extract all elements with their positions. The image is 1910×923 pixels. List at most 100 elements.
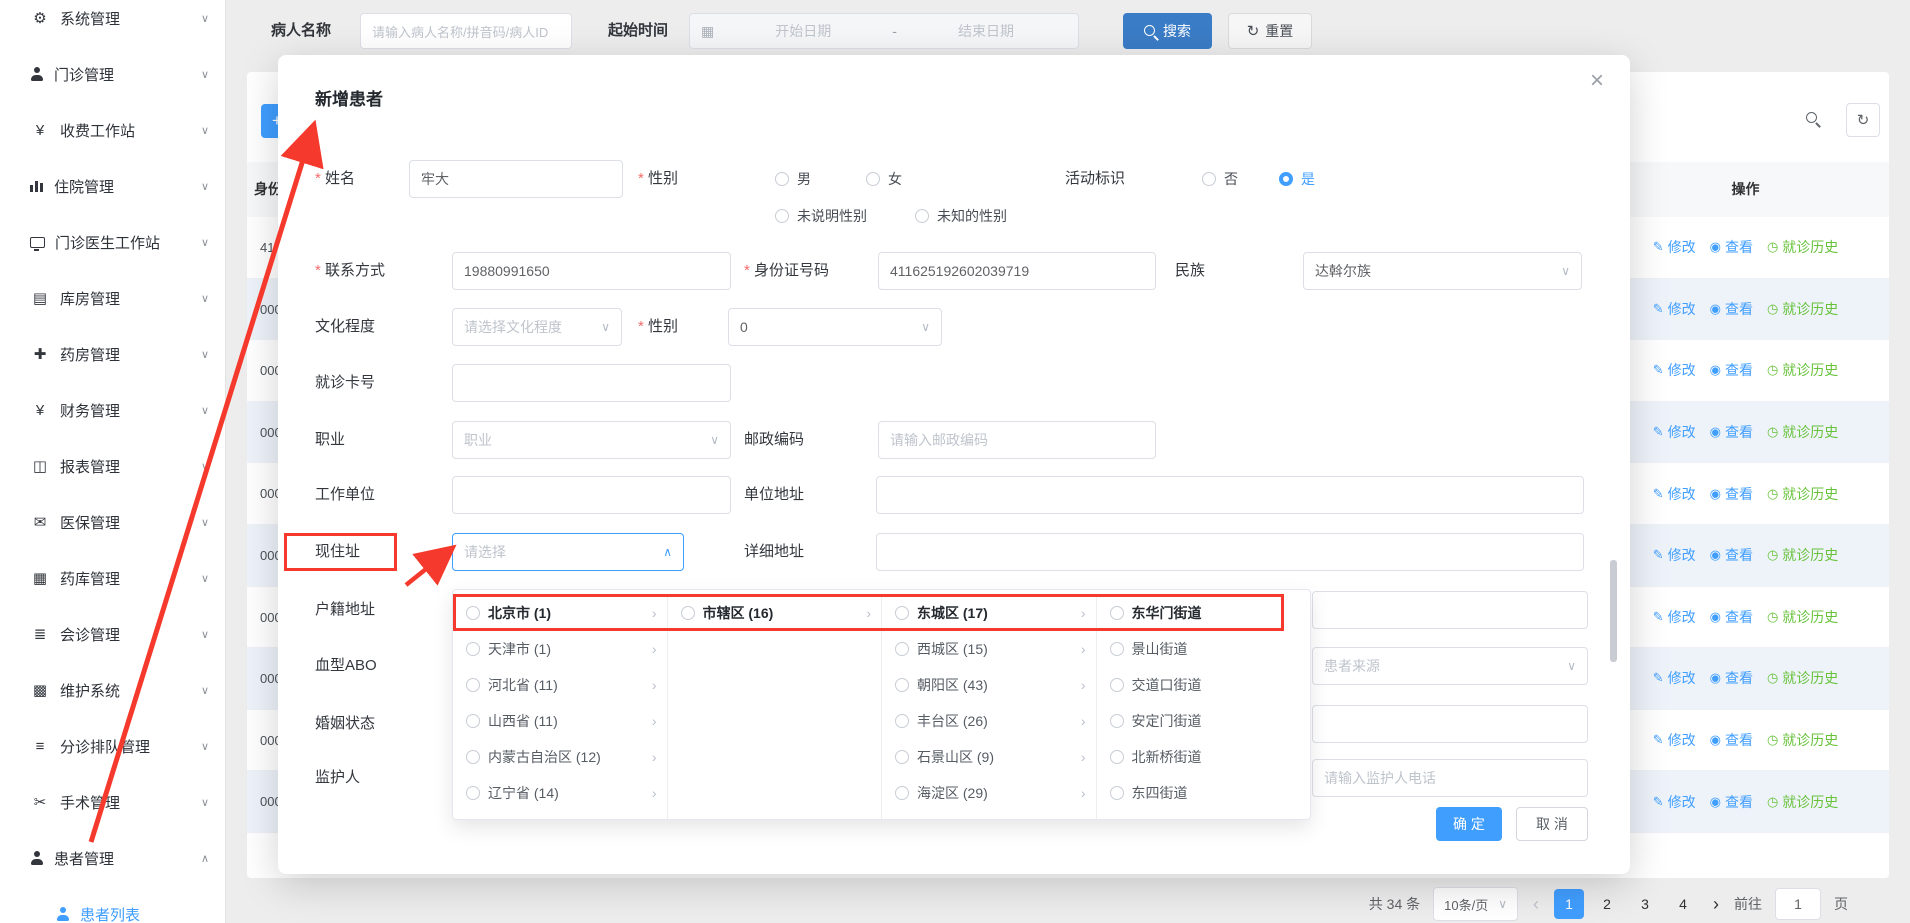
view-link[interactable]: ◉查看 [1710,607,1753,627]
view-link[interactable]: ◉查看 [1710,730,1753,750]
gender-option-unknown[interactable]: 未知的性别 [915,197,1007,235]
view-link[interactable]: ◉查看 [1710,668,1753,688]
sidebar-item-patient-list[interactable]: 患者列表 [0,886,225,923]
sidebar-item-queue[interactable]: ≡分诊排队管理∨ [0,718,225,774]
cascader-option[interactable]: 河北省 (11)› [453,667,667,703]
radio-icon[interactable] [1110,642,1124,656]
contact-input[interactable]: 19880991650 [452,252,731,290]
reset-button[interactable]: ↻ 重置 [1228,13,1312,49]
sidebar-item-chart[interactable]: 住院管理∨ [0,158,225,214]
marital-input[interactable] [1312,705,1588,743]
edit-link[interactable]: ✎修改 [1653,422,1696,442]
detail-address-input[interactable] [876,533,1584,571]
cascader-option[interactable]: 北京市 (1)› [453,595,667,631]
cancel-button[interactable]: 取 消 [1516,807,1588,841]
sidebar-item-yen[interactable]: ¥收费工作站∨ [0,102,225,158]
cascader-option[interactable]: 内蒙古自治区 (12)› [453,739,667,775]
page-button-4[interactable]: 4 [1668,889,1698,919]
radio-icon[interactable] [895,750,909,764]
sidebar-item-monitor[interactable]: 门诊医生工作站∨ [0,214,225,270]
cascader-option[interactable]: 市辖区 (16)› [668,595,882,631]
radio-icon[interactable] [466,750,480,764]
edit-link[interactable]: ✎修改 [1653,299,1696,319]
sidebar-item-warehouse[interactable]: ▤库房管理∨ [0,270,225,326]
radio-icon[interactable] [466,786,480,800]
view-link[interactable]: ◉查看 [1710,299,1753,319]
current-address-select[interactable]: 请选择 ∧ [452,533,684,571]
edit-link[interactable]: ✎修改 [1653,360,1696,380]
history-link[interactable]: ◷就诊历史 [1767,607,1838,627]
radio-icon[interactable] [895,678,909,692]
edit-link[interactable]: ✎修改 [1653,484,1696,504]
modal-scrollbar[interactable] [1610,560,1617,662]
education-select[interactable]: 请选择文化程度 ∨ [452,308,622,346]
history-link[interactable]: ◷就诊历史 [1767,299,1838,319]
radio-icon[interactable] [1110,750,1124,764]
cascader-option[interactable]: 丰台区 (26)› [882,703,1096,739]
cascader-option[interactable]: 东四街道 [1097,775,1311,811]
view-link[interactable]: ◉查看 [1710,422,1753,442]
edit-link[interactable]: ✎修改 [1653,237,1696,257]
history-link[interactable]: ◷就诊历史 [1767,237,1838,257]
sidebar-item-users[interactable]: 门诊管理∨ [0,46,225,102]
sidebar-item-maintain[interactable]: ▩维护系统∨ [0,662,225,718]
history-link[interactable]: ◷就诊历史 [1767,545,1838,565]
radio-icon[interactable] [466,642,480,656]
page-button-3[interactable]: 3 [1630,889,1660,919]
history-link[interactable]: ◷就诊历史 [1767,668,1838,688]
patient-name-input[interactable]: 请输入病人名称/拼音码/病人ID [360,13,572,49]
sidebar-item-mail[interactable]: ✉医保管理∨ [0,494,225,550]
active-flag-yes[interactable]: 是 [1279,160,1315,198]
unit-address-input[interactable] [876,476,1584,514]
sidebar-item-gear[interactable]: ⚙系统管理∨ [0,0,225,46]
view-link[interactable]: ◉查看 [1710,792,1753,812]
cascader-option[interactable]: 西城区 (15)› [882,631,1096,667]
sidebar-item-surgery[interactable]: ✂手术管理∨ [0,774,225,830]
id-number-input[interactable]: 411625192602039719 [878,252,1156,290]
cascader-option[interactable]: 东城区 (17)› [882,595,1096,631]
ethnicity-select[interactable]: 达斡尔族 ∨ [1303,252,1582,290]
goto-page-input[interactable]: 1 [1775,888,1821,920]
cascader-option[interactable]: 景山街道 [1097,631,1311,667]
guardian-phone-input[interactable]: 请输入监护人电话 [1312,759,1588,797]
cascader-option[interactable]: 天津市 (1)› [453,631,667,667]
cascader-option[interactable]: 海淀区 (29)› [882,775,1096,811]
radio-icon[interactable] [1110,786,1124,800]
view-link[interactable]: ◉查看 [1710,484,1753,504]
radio-icon[interactable] [466,678,480,692]
view-link[interactable]: ◉查看 [1710,237,1753,257]
cascader-option[interactable]: 安定门街道 [1097,703,1311,739]
history-link[interactable]: ◷就诊历史 [1767,730,1838,750]
cascader-option[interactable]: 朝阳区 (43)› [882,667,1096,703]
page-button-1[interactable]: 1 [1554,889,1584,919]
radio-icon[interactable] [466,714,480,728]
edit-link[interactable]: ✎修改 [1653,668,1696,688]
confirm-button[interactable]: 确 定 [1436,807,1502,841]
sidebar-item-yen[interactable]: ¥财务管理∨ [0,382,225,438]
sidebar-item-report[interactable]: ◫报表管理∨ [0,438,225,494]
edit-link[interactable]: ✎修改 [1653,545,1696,565]
history-link[interactable]: ◷就诊历史 [1767,792,1838,812]
sidebar-item-list[interactable]: ≣会诊管理∨ [0,606,225,662]
search-button[interactable]: 搜索 [1123,13,1212,49]
edit-link[interactable]: ✎修改 [1653,607,1696,627]
page-size-select[interactable]: 10条/页 ∨ [1433,887,1518,921]
radio-icon[interactable] [895,714,909,728]
end-date-placeholder[interactable]: 结束日期 [905,21,1067,41]
radio-icon[interactable] [895,642,909,656]
radio-icon[interactable] [466,606,480,620]
edit-link[interactable]: ✎修改 [1653,730,1696,750]
cascader-option[interactable]: 辽宁省 (14)› [453,775,667,811]
sidebar-item-patient[interactable]: 患者管理∧ [0,830,225,886]
view-link[interactable]: ◉查看 [1710,545,1753,565]
radio-icon[interactable] [1110,606,1124,620]
page-button-2[interactable]: 2 [1592,889,1622,919]
sidebar-item-storage[interactable]: ▦药库管理∨ [0,550,225,606]
gender-option-unspecified[interactable]: 未说明性别 [775,197,867,235]
cascader-option[interactable]: 交道口街道 [1097,667,1311,703]
sidebar-item-pharmacy[interactable]: ✚药房管理∨ [0,326,225,382]
household-input[interactable] [1312,591,1588,629]
view-link[interactable]: ◉查看 [1710,360,1753,380]
start-date-placeholder[interactable]: 开始日期 [722,21,884,41]
history-link[interactable]: ◷就诊历史 [1767,484,1838,504]
